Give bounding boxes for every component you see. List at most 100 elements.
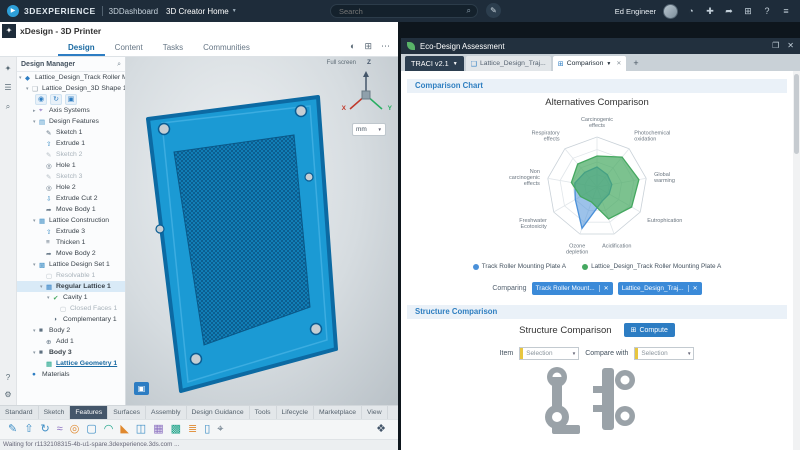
mirror-tool-icon[interactable]: ◫	[136, 424, 146, 435]
view-compass[interactable]	[340, 65, 392, 117]
user-name-label[interactable]: Ed Engineer	[615, 7, 656, 16]
tree-item[interactable]: ▦Lattice Geometry 1	[17, 358, 125, 369]
tree-item[interactable]: ▾▦Regular Lattice 1	[17, 281, 125, 292]
update-icon[interactable]: ↻	[50, 94, 62, 105]
comparing-chip[interactable]: Lattice_Design_Traj...✕	[618, 282, 702, 295]
display-style-icon[interactable]: ◐	[350, 42, 355, 51]
ribbon-tab-surfaces[interactable]: Surfaces	[108, 406, 146, 419]
notifications-bell-icon[interactable]: ◔	[685, 7, 697, 16]
tree-item[interactable]: ▾▤Design Features	[17, 116, 125, 127]
3ds-logo-icon[interactable]: ▶	[7, 5, 19, 17]
extrude-tool-icon[interactable]: ⇧	[24, 424, 33, 435]
tab-design[interactable]: Design	[58, 40, 105, 56]
tree-search-icon[interactable]: ⌕	[117, 61, 121, 69]
tree-item[interactable]: ▾◆Lattice_Design_Track Roller Mount...	[17, 72, 125, 83]
close-tab-icon[interactable]: ✕	[616, 60, 621, 67]
ribbon-tab-sketch[interactable]: Sketch	[39, 406, 71, 419]
more-options-icon[interactable]: ⋯	[381, 42, 390, 51]
apps-grid-icon[interactable]: ⊞	[742, 7, 754, 16]
tree-item[interactable]: ≡Thicken 1	[17, 237, 125, 248]
revolve-tool-icon[interactable]: ↻	[40, 424, 49, 435]
isolate-icon[interactable]: ▣	[65, 94, 77, 105]
global-search[interactable]: ⌕	[330, 4, 478, 18]
method-dropdown[interactable]: TRACI v2.1 ▼	[405, 56, 464, 71]
menu-icon[interactable]: ≡	[780, 7, 792, 16]
tree-item[interactable]: ●Materials	[17, 369, 125, 380]
tree-item[interactable]: ▾▩Lattice Design Set 1	[17, 259, 125, 270]
tree-item[interactable]: ▾▦Lattice Construction	[17, 215, 125, 226]
scrollbar[interactable]	[793, 71, 800, 450]
pattern-tool-icon[interactable]: ▦	[153, 424, 163, 435]
undock-icon[interactable]: ❐	[772, 42, 779, 50]
add-user-icon[interactable]: ✚	[704, 7, 716, 16]
tree-item[interactable]: ◑Complementary 1	[17, 314, 125, 325]
annotate-icon[interactable]: ✎	[486, 3, 501, 18]
item-select[interactable]: Selection ▼	[519, 347, 579, 360]
share-icon[interactable]: ➦	[723, 7, 735, 16]
compare-with-select[interactable]: Selection ▼	[634, 347, 694, 360]
units-dropdown[interactable]: mm ▼	[352, 123, 386, 136]
close-icon[interactable]: ✕	[787, 42, 794, 50]
section-structure-comparison[interactable]: Structure Comparison	[407, 305, 787, 319]
ribbon-tab-view[interactable]: View	[362, 406, 388, 419]
assistant-icon[interactable]: ▣	[134, 382, 149, 395]
measure-tool-icon[interactable]: ⌖	[217, 424, 223, 435]
ribbon-tab-tools[interactable]: Tools	[250, 406, 277, 419]
chip-remove-icon[interactable]: ✕	[688, 285, 698, 292]
search-input[interactable]	[337, 6, 467, 17]
shell-tool-icon[interactable]: ▢	[86, 424, 96, 435]
sketch-tool-icon[interactable]: ✎	[8, 424, 17, 435]
ribbon-tab-marketplace[interactable]: Marketplace	[314, 406, 362, 419]
help-icon[interactable]: ?	[761, 7, 773, 16]
split-tool-icon[interactable]: ▯	[204, 424, 210, 435]
fillet-tool-icon[interactable]: ◠	[104, 424, 114, 435]
window-layout-icon[interactable]: ⊞	[364, 42, 372, 51]
tab-comparison[interactable]: ⊞ Comparison ▼ ✕	[553, 56, 627, 71]
tree-item[interactable]: ➦Move Body 2	[17, 248, 125, 259]
3d-viewport[interactable]: Full screen Z X Y mm ▼ ▣	[126, 57, 398, 405]
search-icon[interactable]: ⌕	[6, 103, 10, 111]
tree-item[interactable]: ✎Sketch 1	[17, 127, 125, 138]
tree-item[interactable]: ▾■Body 2	[17, 325, 125, 336]
chip-remove-icon[interactable]: ✕	[599, 285, 609, 292]
ribbon-tab-standard[interactable]: Standard	[0, 406, 39, 419]
ribbon-tab-design-guidance[interactable]: Design Guidance	[187, 406, 250, 419]
tree-item[interactable]: ▾✔Cavity 1	[17, 292, 125, 303]
search-icon[interactable]: ⌕	[467, 6, 471, 16]
compass-icon[interactable]: ✦	[5, 65, 12, 73]
context-label[interactable]: 3D Creator Home	[166, 7, 229, 16]
compute-button[interactable]: ⊞ Compute	[624, 323, 675, 337]
chevron-down-icon[interactable]: ▼	[606, 61, 611, 67]
tree-item[interactable]: ⇧Extrude 1	[17, 138, 125, 149]
tree-item[interactable]: ◎Hole 1	[17, 160, 125, 171]
tree-item[interactable]: ⊕Add 1	[17, 336, 125, 347]
ribbon-tab-lifecycle[interactable]: Lifecycle	[277, 406, 314, 419]
tab-tasks[interactable]: Tasks	[153, 40, 193, 56]
chamfer-tool-icon[interactable]: ◣	[120, 424, 128, 435]
tree-item[interactable]: ▢Resolvable 1	[17, 270, 125, 281]
render-tools-icon[interactable]: ❖	[376, 424, 386, 435]
lattice-tool-icon[interactable]: ▩	[171, 424, 181, 435]
user-avatar[interactable]	[663, 4, 678, 19]
sweep-tool-icon[interactable]: ≈	[57, 424, 63, 435]
chevron-down-icon[interactable]: ▼	[232, 8, 237, 14]
tab-content[interactable]: Content	[105, 40, 153, 56]
tree-item[interactable]: ▾■Body 3	[17, 347, 125, 358]
add-tab-button[interactable]: +	[628, 56, 643, 71]
settings-gear-icon[interactable]: ⚙	[4, 391, 11, 399]
tree-item[interactable]: ▾❑Lattice_Design_3D Shape 1	[17, 83, 125, 94]
xdesign-app-icon[interactable]: ✦	[2, 24, 16, 38]
comparing-chip[interactable]: Track Roller Mount...✕	[532, 282, 613, 295]
tree-item[interactable]: ➦Move Body 1	[17, 204, 125, 215]
tree-item[interactable]: ▢Closed Faces 1	[17, 303, 125, 314]
tree-item[interactable]: ✎Sketch 2	[17, 149, 125, 160]
ribbon-tab-features[interactable]: Features	[70, 406, 108, 419]
tree-item[interactable]: ⇩Extrude Cut 2	[17, 193, 125, 204]
alternatives-radar-chart[interactable]: CarcinogeniceffectsPhotochemicaloxidatio…	[467, 111, 727, 261]
ribbon-tab-assembly[interactable]: Assembly	[146, 406, 186, 419]
tab-design-assessment[interactable]: ❑ Lattice_Design_Traj...	[466, 56, 551, 71]
history-tree-icon[interactable]: ☰	[4, 84, 11, 92]
hole-tool-icon[interactable]: ◎	[70, 424, 80, 435]
visibility-icon[interactable]: ◉	[35, 94, 47, 105]
tab-communities[interactable]: Communities	[193, 40, 260, 56]
